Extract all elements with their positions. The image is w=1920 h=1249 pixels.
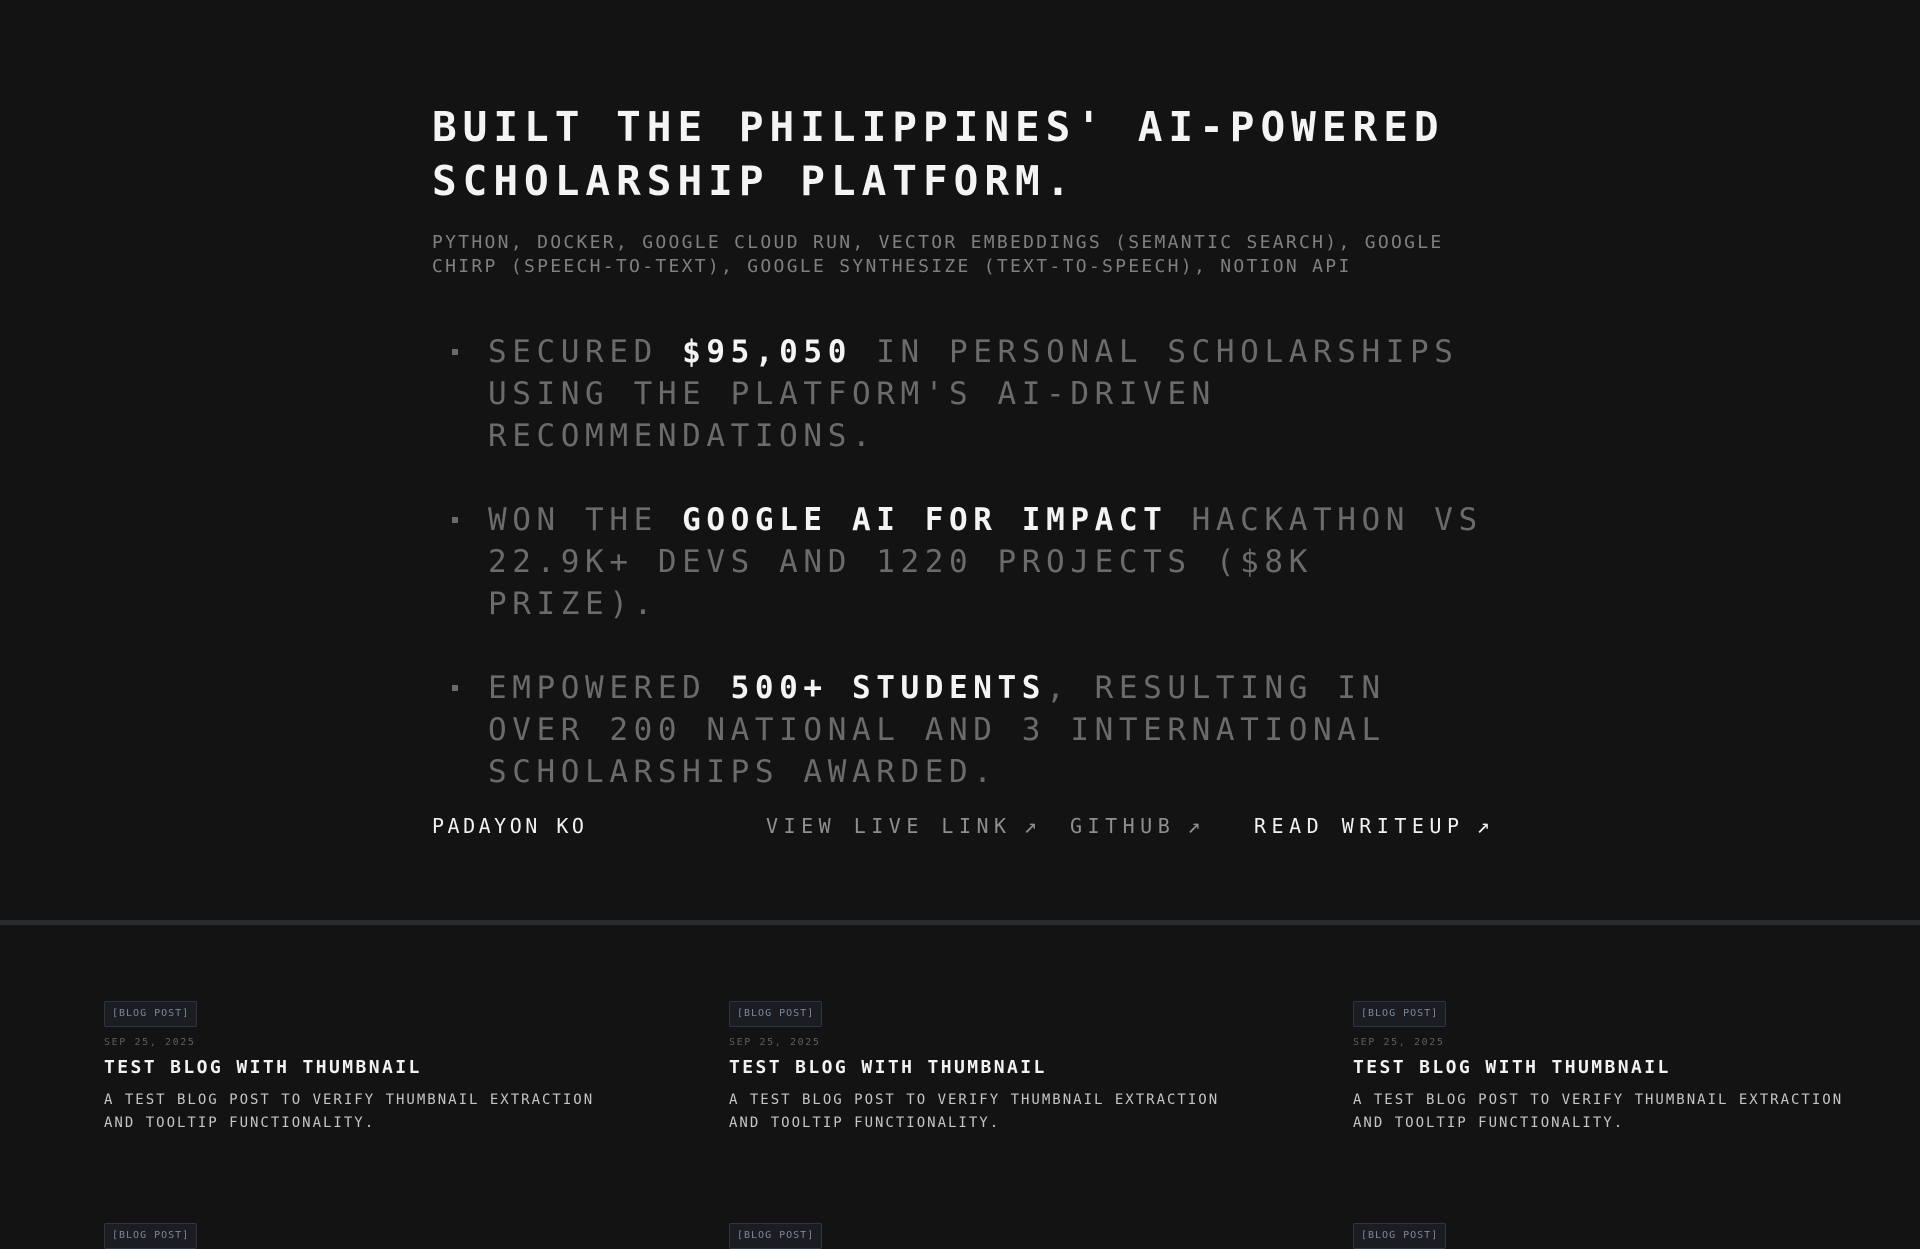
post-type-badge: [Blog Post]	[729, 1223, 823, 1249]
blog-posts-grid: [Blog Post] Sep 25, 2025 Test Blog with …	[0, 925, 1920, 1249]
post-date: Sep 25, 2025	[729, 1037, 821, 1048]
blog-post-card[interactable]: [Blog Post]	[1353, 1223, 1853, 1249]
blog-post-card[interactable]: [Blog Post] Sep 25, 2025 Test Blog with …	[729, 1001, 1229, 1135]
post-description: A test blog post to verify thumbnail ext…	[104, 1092, 595, 1131]
post-type-badge: [Blog Post]	[104, 1223, 198, 1249]
post-title[interactable]: Test Blog with Thumbnail	[729, 1057, 1229, 1078]
post-type-badge: [Blog Post]	[104, 1001, 198, 1027]
github-link[interactable]: GitHub ↗	[1070, 814, 1201, 839]
post-title[interactable]: Test Blog with Thumbnail	[104, 1057, 604, 1078]
project-links: Padayon Ko View Live Link ↗ GitHub ↗ Read …	[432, 808, 1498, 848]
achievement-text: Empowered	[488, 670, 731, 706]
achievement-text: Won the	[488, 502, 683, 538]
achievement-highlight: $95,050	[682, 334, 852, 370]
blog-post-card[interactable]: [Blog Post]	[729, 1223, 1229, 1249]
post-type-badge: [Blog Post]	[1353, 1001, 1447, 1027]
post-description: A test blog post to verify thumbnail ext…	[1353, 1092, 1844, 1131]
post-title[interactable]: Test Blog with Thumbnail	[1353, 1057, 1853, 1078]
achievement-text: Secured	[488, 334, 683, 370]
bullet-dot	[452, 685, 458, 691]
blog-post-card[interactable]: [Blog Post] Sep 25, 2025 Test Blog with …	[1353, 1001, 1853, 1135]
blog-post-card[interactable]: [Blog Post]	[104, 1223, 604, 1249]
read-writeup-link[interactable]: Read Writeup ↗	[1254, 814, 1490, 839]
external-link-icon: ↗	[1476, 814, 1490, 839]
achievement-item: Secured $95,050 in personal scholarships…	[432, 331, 1498, 457]
bullet-dot	[452, 517, 458, 523]
project-name: Padayon Ko	[432, 814, 588, 838]
achievement-list: Secured $95,050 in personal scholarships…	[432, 331, 1498, 835]
achievement-item: Empowered 500+ students, resulting in ov…	[432, 667, 1498, 793]
external-link-icon: ↗	[1187, 814, 1201, 839]
external-link-icon: ↗	[1023, 814, 1037, 839]
project-headline: Built the Philippines' AI-powered schola…	[432, 103, 1445, 205]
achievement-highlight: 500+ students	[730, 670, 1047, 706]
post-date: Sep 25, 2025	[104, 1037, 196, 1048]
post-date: Sep 25, 2025	[1353, 1037, 1445, 1048]
bullet-dot	[452, 349, 458, 355]
github-label: GitHub	[1070, 814, 1176, 838]
achievement-highlight: Google AI for Impact	[682, 502, 1168, 538]
view-live-label: View Live Link	[766, 814, 1012, 838]
achievement-item: Won the Google AI for Impact Hackathon v…	[432, 499, 1498, 625]
project-card: Built the Philippines' AI-powered schola…	[432, 0, 1498, 920]
post-type-badge: [Blog Post]	[729, 1001, 823, 1027]
post-description: A test blog post to verify thumbnail ext…	[729, 1092, 1220, 1131]
blog-post-card[interactable]: [Blog Post] Sep 25, 2025 Test Blog with …	[104, 1001, 604, 1135]
tech-stack: Python, Docker, Google Cloud Run, Vector…	[432, 232, 1444, 277]
read-writeup-label: Read Writeup	[1254, 814, 1465, 838]
post-type-badge: [Blog Post]	[1353, 1223, 1447, 1249]
view-live-link[interactable]: View Live Link ↗	[766, 814, 1037, 839]
